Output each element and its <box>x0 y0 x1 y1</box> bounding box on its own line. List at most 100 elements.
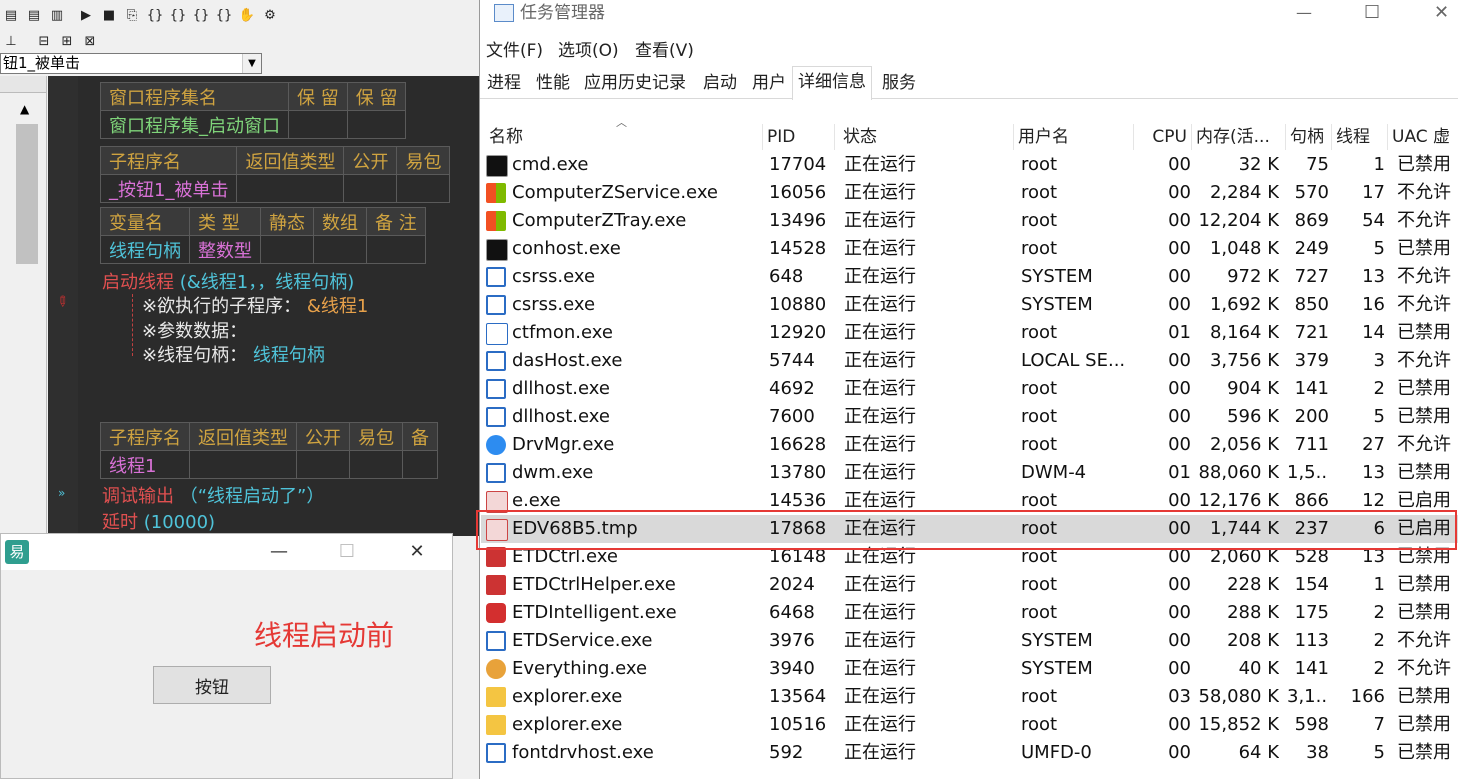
process-status: 正在运行 <box>844 238 916 259</box>
variable-name[interactable]: 线程句柄 <box>100 235 190 264</box>
tab-app-history[interactable]: 应用历史记录 <box>579 68 691 98</box>
tab-users[interactable]: 用户 <box>747 68 791 98</box>
process-row[interactable]: csrss.exe 10880 正在运行 SYSTEM 00 1,692 K 850 16 不允… <box>481 291 1458 319</box>
align-icon[interactable]: ⊥ <box>2 33 20 51</box>
step-out-icon[interactable]: {} <box>192 7 210 25</box>
subroutine-name[interactable]: _按钮1_被单击 <box>99 174 238 203</box>
process-row[interactable]: DrvMgr.exe 16628 正在运行 root 00 2,056 K 711 27 不允许 <box>481 431 1458 459</box>
vsize-icon[interactable]: ⊞ <box>58 33 76 51</box>
process-row[interactable]: cmd.exe 17704 正在运行 root 00 32 K 75 1 已禁用 <box>481 151 1458 179</box>
process-row[interactable]: ComputerZTray.exe 13496 正在运行 root 00 12,204 K… <box>481 207 1458 235</box>
process-row[interactable]: fontdrvhost.exe 592 正在运行 UMFD-0 00 64 K 38 5 已禁用 <box>481 739 1458 767</box>
process-mem: 904 K <box>1227 378 1279 399</box>
close-icon[interactable]: ✕ <box>403 538 431 566</box>
code-line-start-thread[interactable]: 启动线程 (&线程1，，线程句柄) <box>102 268 354 294</box>
process-row[interactable]: Everything.exe 3940 正在运行 SYSTEM 00 40 K 141 2 不允… <box>481 655 1458 683</box>
process-threads: 17 <box>1362 182 1385 203</box>
process-row[interactable]: dasHost.exe 5744 正在运行 LOCAL SE... 00 3,756 K 3… <box>481 347 1458 375</box>
elan-icon <box>486 603 506 623</box>
process-row[interactable]: csrss.exe 648 正在运行 SYSTEM 00 972 K 727 13 不允许 <box>481 263 1458 291</box>
process-row[interactable]: conhost.exe 14528 正在运行 root 00 1,048 K 249 5 已禁用 <box>481 235 1458 263</box>
tab-performance[interactable]: 性能 <box>531 68 575 98</box>
col-cpu[interactable]: CPU <box>1134 124 1192 150</box>
chevron-down-icon[interactable]: ▼ <box>242 54 261 73</box>
process-row[interactable]: ETDService.exe 3976 正在运行 SYSTEM 00 208 K 113 2 不… <box>481 627 1458 655</box>
code-line-debug[interactable]: 调试输出 （“线程启动了”） <box>102 482 324 508</box>
process-row[interactable]: dwm.exe 13780 正在运行 DWM-4 01 88,060 K 1,5... 13 已… <box>481 459 1458 487</box>
left-scrollbar[interactable]: ▲ <box>14 98 40 536</box>
col-uac[interactable]: UAC 虚 <box>1388 124 1458 150</box>
left-panel-header <box>0 76 46 93</box>
process-status: 正在运行 <box>844 154 916 175</box>
center-icon[interactable]: ⊠ <box>81 33 99 51</box>
code-editor[interactable]: 窗口程序集名 保 留 保 留 窗口程序集_启动窗口 子程序名 返回值类型 公开 … <box>78 76 480 536</box>
process-name: csrss.exe <box>512 294 596 315</box>
variable-type[interactable]: 整数型 <box>189 235 261 264</box>
stop-icon[interactable]: ■ <box>100 7 118 25</box>
magnifier-icon <box>486 659 506 679</box>
breakpoint-icon[interactable]: {} <box>215 7 233 25</box>
layout-icon-1[interactable]: ▤ <box>2 7 20 25</box>
param-line-2[interactable]: ※参数数据： <box>142 317 247 343</box>
maximize-icon[interactable]: ☐ <box>1364 0 1380 26</box>
col-handles[interactable]: 句柄 <box>1286 124 1332 150</box>
process-cpu: 00 <box>1168 266 1191 287</box>
windows-flag-icon <box>486 183 506 203</box>
param-line-3[interactable]: ※线程句柄： 线程句柄 <box>142 341 325 367</box>
tab-services[interactable]: 服务 <box>877 68 921 98</box>
process-row[interactable]: ComputerZService.exe 16056 正在运行 root 00 2,284… <box>481 179 1458 207</box>
scroll-up-icon[interactable]: ▲ <box>20 102 29 116</box>
assembly-name[interactable]: 窗口程序集_启动窗口 <box>100 110 289 139</box>
windows-flag-icon <box>486 211 506 231</box>
param-line-1[interactable]: ※欲执行的子程序： &线程1 <box>142 292 368 318</box>
menu-options[interactable]: 选项(O) <box>558 36 619 61</box>
process-row[interactable]: dllhost.exe 4692 正在运行 root 00 904 K 141 2 已禁用 <box>481 375 1458 403</box>
task-manager-titlebar[interactable]: 任务管理器 — ☐ ✕ <box>480 0 1458 28</box>
process-cpu: 00 <box>1168 154 1191 175</box>
menu-file[interactable]: 文件(F) <box>486 36 543 61</box>
process-name: DrvMgr.exe <box>512 434 615 455</box>
tab-details[interactable]: 详细信息 <box>792 66 872 100</box>
subroutine-2-name[interactable]: 线程1 <box>100 450 190 479</box>
minimize-icon[interactable]: — <box>265 538 293 566</box>
tab-startup[interactable]: 启动 <box>698 68 742 98</box>
minimize-icon[interactable]: — <box>1296 0 1312 26</box>
process-row[interactable]: ETDIntelligent.exe 6468 正在运行 root 00 288 K 175… <box>481 599 1458 627</box>
code-line-delay[interactable]: 延时 (10000) <box>102 508 215 534</box>
col-status[interactable]: 状态 <box>839 124 1014 150</box>
maximize-icon[interactable]: ☐ <box>333 538 361 566</box>
hand-icon[interactable]: ✋ <box>238 7 256 25</box>
start-button[interactable]: 按钮 <box>153 666 271 704</box>
process-mem: 1,048 K <box>1209 238 1279 259</box>
process-row[interactable]: explorer.exe 13564 正在运行 root 03 58,080 K 3,1..… <box>481 683 1458 711</box>
menu-view[interactable]: 查看(V) <box>635 36 694 61</box>
debug-icon[interactable]: ⚙ <box>261 7 279 25</box>
process-handles: 141 <box>1294 378 1329 399</box>
close-icon[interactable]: ✕ <box>1434 0 1449 26</box>
step-over-icon[interactable]: {} <box>169 7 187 25</box>
process-row[interactable]: ETDCtrlHelper.exe 2024 正在运行 root 00 228 K 154 1… <box>481 571 1458 599</box>
sub2-empty1 <box>189 450 297 479</box>
hsize-icon[interactable]: ⊟ <box>35 33 53 51</box>
col-name[interactable]: 名称 <box>485 124 763 150</box>
subroutine-combo[interactable]: 钮1_被单击 ▼ <box>0 53 262 74</box>
process-row[interactable]: ctfmon.exe 12920 正在运行 root 01 8,164 K 721 14 已禁用 <box>481 319 1458 347</box>
col-threads[interactable]: 线程 <box>1332 124 1388 150</box>
process-row[interactable]: dllhost.exe 7600 正在运行 root 00 596 K 200 5 已禁用 <box>481 403 1458 431</box>
scroll-thumb[interactable] <box>16 124 38 264</box>
run-icon[interactable]: ▶ <box>77 7 95 25</box>
step-icon[interactable]: ⎘ <box>123 7 141 25</box>
process-user: root <box>1021 574 1058 595</box>
process-row[interactable]: explorer.exe 10516 正在运行 root 00 15,852 K 598 7 已… <box>481 711 1458 739</box>
col-memory[interactable]: 内存(活... <box>1192 124 1286 150</box>
step-into-icon[interactable]: {} <box>146 7 164 25</box>
layout-icon-3[interactable]: ▥ <box>48 7 66 25</box>
app-window-titlebar[interactable]: 易 — ☐ ✕ <box>1 534 452 570</box>
col-pid[interactable]: PID <box>763 124 835 150</box>
process-user: SYSTEM <box>1021 266 1093 287</box>
process-mem: 208 K <box>1227 630 1279 651</box>
tab-processes[interactable]: 进程 <box>482 68 526 98</box>
col-user[interactable]: 用户名 <box>1014 124 1134 150</box>
layout-icon-2[interactable]: ▤ <box>25 7 43 25</box>
folder-icon <box>486 687 506 707</box>
